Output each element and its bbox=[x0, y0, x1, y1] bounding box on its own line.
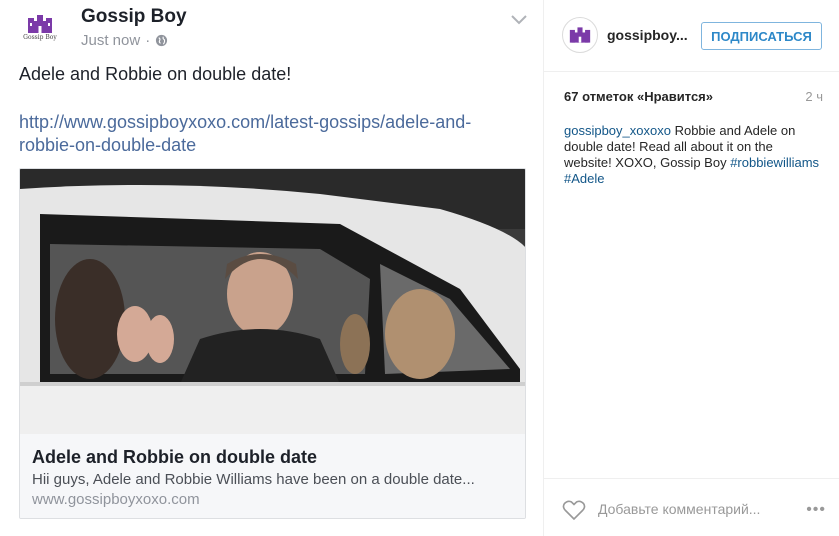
comment-input[interactable]: Добавьте комментарий... bbox=[598, 501, 760, 517]
hashtag-adele[interactable]: #Adele bbox=[564, 171, 604, 186]
heart-icon[interactable] bbox=[562, 499, 586, 521]
avatar[interactable] bbox=[562, 17, 598, 53]
follow-button[interactable]: ПОДПИСАТЬСЯ bbox=[701, 22, 822, 50]
page-avatar[interactable]: Gossip Boy bbox=[18, 6, 62, 50]
post-text: Adele and Robbie on double date! bbox=[19, 64, 292, 84]
meta-separator: · bbox=[145, 32, 151, 49]
hashtag-robbiewilliams[interactable]: #robbiewilliams bbox=[730, 155, 819, 170]
link-preview-card[interactable]: Adele and Robbie on double date Hii guys… bbox=[19, 168, 526, 519]
page-name[interactable]: Gossip Boy bbox=[81, 6, 187, 28]
post-link[interactable]: http://www.gossipboyxoxo.com/latest-goss… bbox=[19, 111, 519, 157]
facebook-post: Gossip Boy Gossip Boy Just now · Adele a… bbox=[0, 0, 543, 536]
ig-footer: Добавьте комментарий... ••• bbox=[544, 478, 839, 536]
post-header: Gossip Boy Gossip Boy Just now · bbox=[18, 6, 528, 54]
car-photo[interactable] bbox=[20, 169, 526, 434]
post-timestamp[interactable]: Just now bbox=[81, 32, 140, 49]
card-domain: www.gossipboyxoxo.com bbox=[32, 491, 200, 508]
globe-icon[interactable] bbox=[155, 34, 168, 47]
card-title[interactable]: Adele and Robbie on double date bbox=[32, 446, 515, 468]
castle-logo-icon bbox=[569, 27, 591, 43]
logo-text: Gossip Boy bbox=[23, 34, 57, 41]
more-options-icon[interactable]: ••• bbox=[806, 501, 826, 519]
username[interactable]: gossipboy... bbox=[607, 27, 688, 43]
caption: gossipboy_xoxoxo Robbie and Adele on dou… bbox=[564, 123, 822, 187]
card-description: Hii guys, Adele and Robbie Williams have… bbox=[32, 471, 475, 488]
likes-count[interactable]: 67 отметок «Нравится» bbox=[564, 89, 713, 104]
post-meta: Just now · bbox=[81, 32, 168, 49]
chevron-down-icon[interactable] bbox=[510, 14, 528, 26]
card-body: Adele and Robbie on double date Hii guys… bbox=[20, 434, 525, 518]
caption-username[interactable]: gossipboy_xoxoxo bbox=[564, 123, 671, 138]
post-time[interactable]: 2 ч bbox=[805, 89, 823, 104]
ig-header: gossipboy... ПОДПИСАТЬСЯ bbox=[544, 0, 839, 72]
instagram-panel: gossipboy... ПОДПИСАТЬСЯ 67 отметок «Нра… bbox=[543, 0, 839, 536]
castle-logo-icon bbox=[28, 15, 52, 33]
